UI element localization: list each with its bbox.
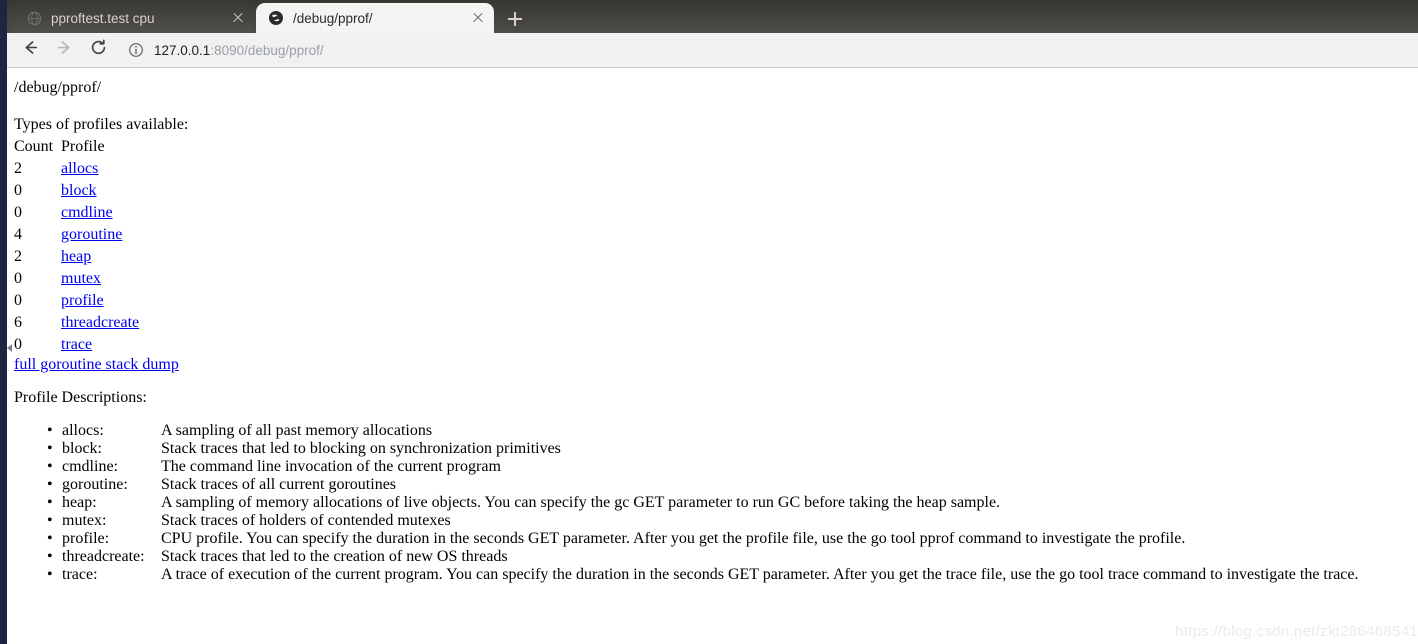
profile-descriptions-title: Profile Descriptions: (14, 389, 147, 406)
globe-icon (268, 10, 284, 26)
description-text: CPU profile. You can specify the duratio… (161, 530, 1186, 547)
profile-count: 0 (14, 292, 22, 309)
description-term: threadcreate: (62, 548, 145, 565)
list-item: • threadcreate: Stack traces that led to… (14, 548, 1359, 566)
back-arrow-icon (21, 38, 40, 62)
profile-count: 4 (14, 226, 22, 243)
forward-button[interactable] (50, 36, 78, 64)
description-text: Stack traces that led to the creation of… (161, 548, 508, 565)
bullet-icon: • (47, 512, 53, 529)
profile-link-profile[interactable]: profile (61, 292, 104, 309)
address-bar[interactable]: 127.0.0.1:8090/debug/pprof/ (128, 37, 1418, 63)
list-item: • mutex: Stack traces of holders of cont… (14, 512, 1359, 530)
description-text: A trace of execution of the current prog… (161, 566, 1359, 583)
watermark: https://blog.csdn.net/zkt286468541 (1175, 623, 1418, 640)
reload-button[interactable] (84, 36, 112, 64)
back-button[interactable] (16, 36, 44, 64)
types-available-label: Types of profiles available: (14, 116, 189, 133)
bullet-icon: • (47, 422, 53, 439)
profile-link-goroutine[interactable]: goroutine (61, 226, 122, 243)
description-text: Stack traces that led to blocking on syn… (161, 440, 561, 457)
full-goroutine-dump: full goroutine stack dump (14, 356, 179, 374)
scroll-position-marker-icon (7, 344, 12, 352)
bullet-icon: • (47, 548, 53, 565)
bullet-icon: • (47, 530, 53, 547)
page-content: /debug/pprof/ Types of profiles availabl… (7, 69, 1418, 644)
bullet-icon: • (47, 494, 53, 511)
column-header-count: Count (14, 138, 54, 155)
tab-title: /debug/pprof/ (293, 10, 373, 26)
reload-icon (89, 38, 108, 62)
profile-link-mutex[interactable]: mutex (61, 270, 101, 287)
description-text: Stack traces of all current goroutines (161, 476, 397, 493)
list-item: • goroutine: Stack traces of all current… (14, 476, 1359, 494)
url-host: 127.0.0.1 (154, 42, 211, 58)
info-circle-icon[interactable] (128, 42, 144, 58)
profile-link-block[interactable]: block (61, 182, 97, 199)
profile-count: 2 (14, 248, 22, 265)
description-term: goroutine: (62, 476, 128, 493)
bullet-icon: • (47, 476, 53, 493)
browser-tab-debug-pprof[interactable]: /debug/pprof/ (256, 3, 494, 33)
close-icon[interactable] (230, 10, 246, 26)
full-goroutine-stack-dump-link[interactable]: full goroutine stack dump (14, 356, 179, 373)
description-text: A sampling of memory allocations of live… (161, 494, 1001, 511)
profile-count: 0 (14, 336, 22, 353)
bullet-icon: • (47, 566, 53, 583)
url-path: :8090/debug/pprof/ (210, 42, 324, 58)
profile-link-trace[interactable]: trace (61, 336, 92, 353)
description-text: Stack traces of holders of contended mut… (161, 512, 451, 529)
column-header-profile: Profile (61, 138, 105, 155)
description-term: profile: (62, 530, 110, 547)
browser-toolbar: 127.0.0.1:8090/debug/pprof/ (0, 33, 1418, 68)
list-item: • heap: A sampling of memory allocations… (14, 494, 1359, 512)
description-text: The command line invocation of the curre… (161, 458, 501, 475)
url-text: 127.0.0.1:8090/debug/pprof/ (154, 43, 324, 58)
tab-strip: pproftest.test cpu /debug/pprof/ (0, 0, 1418, 33)
description-text: A sampling of all past memory allocation… (161, 422, 433, 439)
profile-count: 0 (14, 182, 22, 199)
close-icon[interactable] (470, 10, 486, 26)
profile-count: 0 (14, 204, 22, 221)
globe-icon (26, 10, 42, 26)
list-item: • trace: A trace of execution of the cur… (14, 566, 1359, 584)
page-title: /debug/pprof/ (14, 79, 102, 96)
description-term: mutex: (62, 512, 107, 529)
profile-count: 0 (14, 270, 22, 287)
list-item: • cmdline: The command line invocation o… (14, 458, 1359, 476)
list-item: • allocs: A sampling of all past memory … (14, 422, 1359, 440)
profiles-table: Types of profiles available: Count Profil… (14, 114, 188, 356)
forward-arrow-icon (55, 38, 74, 62)
profile-link-allocs[interactable]: allocs (61, 160, 98, 177)
profile-descriptions-list: • allocs: A sampling of all past memory … (14, 422, 1359, 584)
bullet-icon: • (47, 458, 53, 475)
profile-link-heap[interactable]: heap (61, 248, 91, 265)
description-term: cmdline: (62, 458, 118, 475)
profile-count: 6 (14, 314, 22, 331)
browser-window: pproftest.test cpu /debug/pprof/ 127.0.0… (0, 0, 1418, 644)
list-item: • block: Stack traces that led to blocki… (14, 440, 1359, 458)
bullet-icon: • (47, 440, 53, 457)
description-term: block: (62, 440, 102, 457)
new-tab-button[interactable] (501, 7, 529, 31)
profile-count: 2 (14, 160, 22, 177)
description-term: trace: (62, 566, 98, 583)
browser-tab-pproftest[interactable]: pproftest.test cpu (14, 3, 254, 33)
profile-link-threadcreate[interactable]: threadcreate (61, 314, 139, 331)
description-term: heap: (62, 494, 97, 511)
list-item: • profile: CPU profile. You can specify … (14, 530, 1359, 548)
profile-link-cmdline[interactable]: cmdline (61, 204, 113, 221)
window-left-edge-strip (0, 0, 7, 644)
tab-title: pproftest.test cpu (51, 10, 155, 26)
description-term: allocs: (62, 422, 104, 439)
